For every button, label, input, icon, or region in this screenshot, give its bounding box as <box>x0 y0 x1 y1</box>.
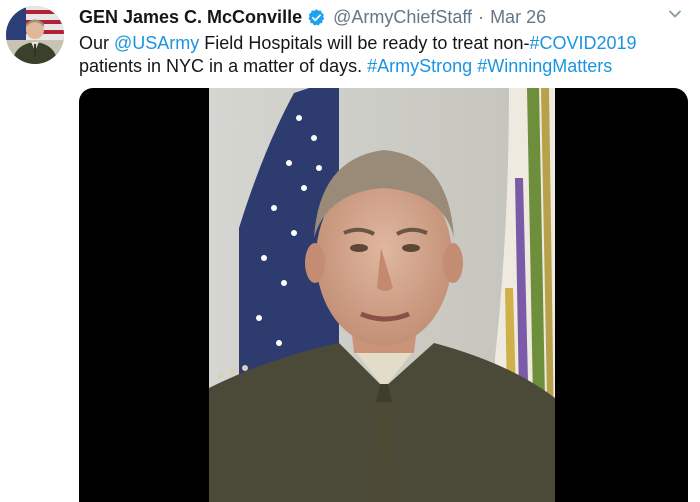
video-still <box>209 88 555 502</box>
author-handle[interactable]: @ArmyChiefStaff <box>333 7 472 28</box>
tweet-text-segment: patients in NYC in a matter of days. <box>79 56 368 76</box>
avatar-image <box>6 6 64 64</box>
hashtag-link[interactable]: #ArmyStrong <box>367 56 472 76</box>
mention-link[interactable]: @USArmy <box>114 33 199 53</box>
video-player[interactable] <box>79 88 688 502</box>
avatar[interactable] <box>6 6 64 64</box>
chevron-down-icon[interactable] <box>664 3 686 25</box>
tweet-text-line-2: patients in NYC in a matter of days. #Ar… <box>79 55 689 78</box>
tweet-text-line-1: Our @USArmy Field Hospitals will be read… <box>79 32 689 55</box>
tweet-header: GEN James C. McConville @ArmyChiefStaff … <box>79 6 546 28</box>
tweet-date[interactable]: Mar 26 <box>490 7 546 28</box>
verified-badge-icon <box>308 8 325 25</box>
video-frame <box>209 88 555 502</box>
author-name[interactable]: GEN James C. McConville <box>79 7 302 28</box>
tweet-text-segment: Our <box>79 33 115 53</box>
hashtag-link[interactable]: #COVID2019 <box>529 33 636 53</box>
tweet-text: Our @USArmy Field Hospitals will be read… <box>79 32 689 78</box>
hashtag-link[interactable]: #WinningMatters <box>477 56 612 76</box>
header-separator: · <box>478 6 485 27</box>
tweet-text-segment: Field Hospitals will be ready to treat n… <box>199 33 530 53</box>
